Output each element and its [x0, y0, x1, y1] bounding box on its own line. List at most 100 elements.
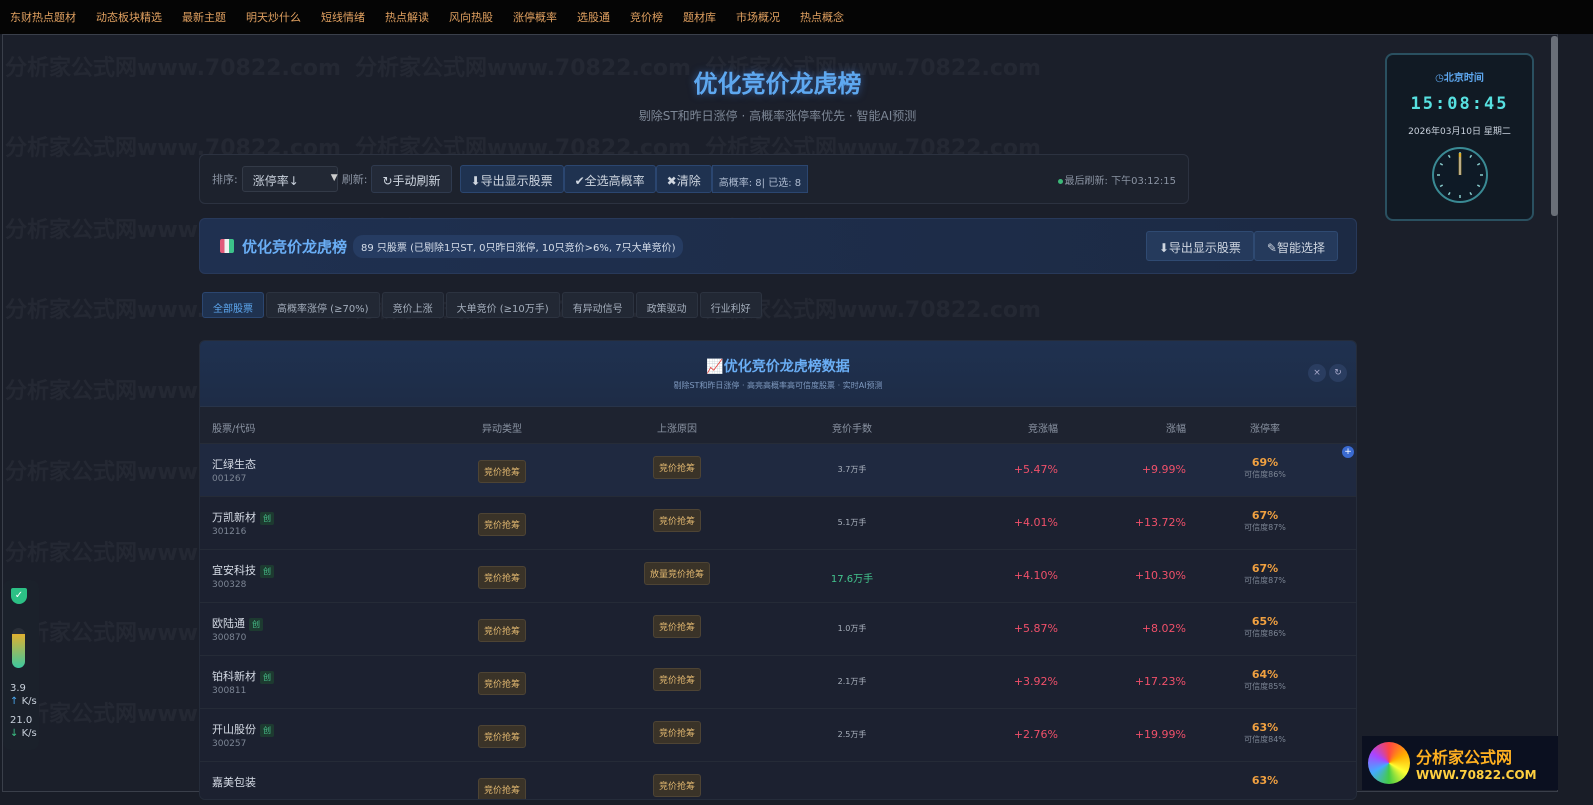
- nav-link[interactable]: 选股通: [577, 9, 610, 25]
- confidence: 可信度86%: [1244, 470, 1286, 479]
- reason-badge: 放量竞价抢筹: [643, 562, 711, 585]
- summary-banner: 优化竞价龙虎榜 89 只股票 (已剔除1只ST, 0只昨日涨停, 10只竞价>6…: [199, 218, 1357, 274]
- auction-change: +3.92%: [1013, 675, 1058, 688]
- auction-volume: 3.7万手: [837, 465, 867, 474]
- export-button[interactable]: ⬇导出显示股票: [459, 165, 564, 193]
- refresh-button[interactable]: ↻: [1329, 364, 1347, 382]
- chevron-down-icon: ▼: [330, 173, 338, 183]
- nav-link[interactable]: 热点解读: [385, 9, 429, 25]
- price-change: +8.02%: [1141, 622, 1186, 635]
- stock-code: 301216: [212, 527, 247, 537]
- nav-link[interactable]: 最新主题: [182, 9, 226, 25]
- nav-link[interactable]: 短线情绪: [321, 9, 365, 25]
- column-header[interactable]: 涨幅: [1166, 420, 1186, 435]
- scrollbar[interactable]: [1551, 36, 1558, 216]
- auction-change: +2.76%: [1013, 728, 1058, 741]
- column-header[interactable]: 异动类型: [482, 420, 522, 435]
- type-badge: 竞价抢筹: [477, 778, 527, 799]
- rate-value: 64%: [1251, 668, 1279, 681]
- logo-line2: WWW.70822.COM: [1416, 768, 1537, 782]
- column-header[interactable]: 涨停率: [1250, 420, 1280, 435]
- table-row[interactable]: 万凯新材创 301216 竞价抢筹 竞价抢筹 5.1万手 +4.01% +13.72% 67%…: [200, 497, 1356, 550]
- sort-select[interactable]: 涨停率↓ ▼: [241, 166, 338, 192]
- limit-up-rate: 67% 可信度87%: [1244, 509, 1286, 533]
- table-row[interactable]: 铂科新材创 300811 竞价抢筹 竞价抢筹 2.1万手 +3.92% +17.23% 64%…: [200, 656, 1356, 709]
- manual-refresh-label: 手动刷新: [392, 174, 441, 188]
- price-change: +13.72%: [1134, 516, 1186, 529]
- smart-select-button[interactable]: ✎智能选择: [1253, 231, 1338, 261]
- type-badge: 竞价抢筹: [477, 566, 527, 589]
- table-row[interactable]: 汇绿生态 001267 竞价抢筹 竞价抢筹 3.7万手 +5.47% +9.99% 69% 可信…: [200, 444, 1356, 497]
- stock-name-text: 万凯新材: [212, 511, 256, 524]
- select-high-button[interactable]: ✔全选高概率: [563, 165, 656, 193]
- limit-up-rate: 67% 可信度87%: [1244, 562, 1286, 586]
- auction-volume: 5.1万手: [837, 518, 867, 527]
- table-row[interactable]: 嘉美包装 竞价抢筹 竞价抢筹 63%: [200, 762, 1356, 799]
- clock-time: 15:08:45: [1410, 94, 1509, 114]
- table-row[interactable]: 欧陆通创 300870 竞价抢筹 竞价抢筹 1.0万手 +5.87% +8.02% 65% 可信…: [200, 603, 1356, 656]
- top-nav: 东财热点题材 动态板块精选 最新主题 明天炒什么 短线情绪 热点解读 风向热股 涨停概率 选股通…: [0, 0, 1593, 34]
- auction-volume: 2.1万手: [837, 677, 867, 686]
- auction-change: +5.87%: [1013, 622, 1058, 635]
- summary-pill: 89 只股票 (已剔除1只ST, 0只昨日涨停, 10只竞价>6%, 7只大单竞…: [353, 234, 684, 258]
- column-header[interactable]: 上涨原因: [657, 420, 697, 435]
- tab-filter[interactable]: 高概率涨停 (≥70%): [266, 292, 380, 318]
- stock-name-text: 开山股份: [212, 723, 256, 736]
- reason-badge: 竞价抢筹: [652, 721, 702, 744]
- limit-up-rate: 64% 可信度85%: [1244, 668, 1286, 692]
- type-badge: 竞价抢筹: [477, 725, 527, 748]
- column-header[interactable]: 竞价手数: [832, 420, 872, 435]
- stock-name: 汇绿生态: [212, 456, 256, 472]
- nav-link[interactable]: 动态板块精选: [96, 9, 162, 25]
- auction-change: +5.47%: [1013, 463, 1058, 476]
- nav-link[interactable]: 风向热股: [449, 9, 493, 25]
- download-value: 21.0: [10, 715, 33, 726]
- rate-value: 67%: [1251, 509, 1279, 522]
- close-button[interactable]: ×: [1308, 364, 1326, 382]
- check-icon: ✔: [574, 174, 585, 188]
- chinext-badge: 创: [260, 671, 274, 684]
- tab-filter[interactable]: 大单竞价 (≥10万手): [445, 292, 560, 318]
- toolbar: 排序: 涨停率↓ ▼ 刷新: ↻手动刷新 ⬇导出显示股票 ✔全选高概率 ✖清除 高…: [199, 154, 1189, 204]
- nav-link[interactable]: 题材库: [683, 9, 716, 25]
- tab-filter[interactable]: 全部股票: [202, 292, 264, 318]
- shield-icon: ✓: [11, 588, 27, 604]
- nav-link[interactable]: 市场概况: [736, 9, 780, 25]
- nav-link[interactable]: 热点概念: [800, 9, 844, 25]
- confidence: 可信度85%: [1244, 682, 1286, 691]
- add-icon[interactable]: +: [1342, 446, 1354, 458]
- tab-filter[interactable]: 政策驱动: [635, 292, 698, 318]
- clear-button[interactable]: ✖清除: [655, 165, 712, 193]
- download-speed: 21.0 ↓ K/s: [10, 714, 37, 740]
- system-monitor: ✓ 3.9 ↑ K/s 21.0 ↓ K/s: [3, 580, 39, 750]
- stock-code: 001267: [212, 474, 247, 484]
- upload-unit: K/s: [21, 696, 37, 707]
- nav-link[interactable]: 明天炒什么: [246, 9, 301, 25]
- flower-logo-icon: [1368, 742, 1410, 784]
- tab-filter[interactable]: 行业利好: [699, 292, 762, 318]
- refresh-label: 刷新:: [341, 173, 368, 186]
- confidence: 可信度87%: [1244, 576, 1286, 585]
- banner-export-button[interactable]: ⬇导出显示股票: [1145, 231, 1254, 261]
- site-logo: 分析家公式网 WWW.70822.COM: [1362, 736, 1558, 790]
- nav-link[interactable]: 涨停概率: [513, 9, 557, 25]
- stock-name-text: 嘉美包装: [212, 776, 256, 789]
- stock-code: 300257: [212, 739, 247, 749]
- table-row[interactable]: 宜安科技创 300328 竞价抢筹 放量竞价抢筹 17.6万手 +4.10% +10.30%…: [200, 550, 1356, 603]
- tab-filter[interactable]: 有异动信号: [561, 292, 634, 318]
- refresh-icon: ↻: [382, 174, 393, 188]
- limit-up-rate: 65% 可信度86%: [1244, 615, 1286, 639]
- rate-value: 69%: [1251, 456, 1279, 469]
- column-header[interactable]: 竞涨幅: [1028, 420, 1058, 435]
- beijing-clock: ◷北京时间 15:08:45 2026年03月10日 星期二: [1385, 53, 1534, 221]
- stock-name-text: 汇绿生态: [212, 458, 256, 471]
- rate-value: 63%: [1251, 774, 1279, 787]
- nav-link[interactable]: 竞价榜: [630, 9, 663, 25]
- nav-link[interactable]: 东财热点题材: [10, 9, 76, 25]
- manual-refresh-button[interactable]: ↻手动刷新: [371, 165, 452, 193]
- tab-filter[interactable]: 竞价上涨: [381, 292, 444, 318]
- table-row[interactable]: 开山股份创 300257 竞价抢筹 竞价抢筹 2.5万手 +2.76% +19.99% 63%…: [200, 709, 1356, 762]
- column-header[interactable]: 股票/代码: [212, 420, 255, 435]
- type-badge: 竞价抢筹: [477, 460, 527, 483]
- panel-title-text: 优化竞价龙虎榜数据: [723, 359, 850, 375]
